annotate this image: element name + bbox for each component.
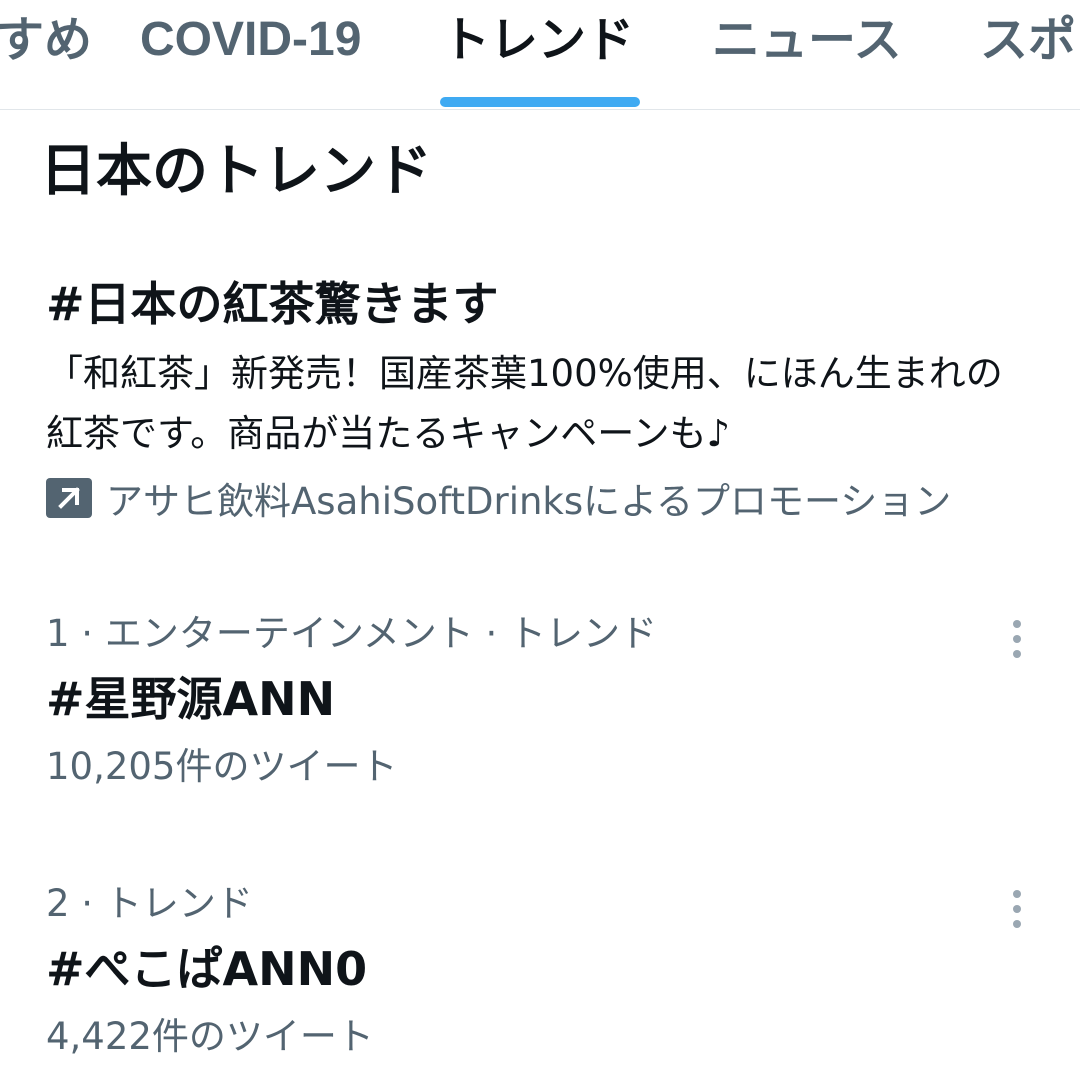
explore-tab-bar: すめ COVID-19 トレンド ニュース スポ	[0, 0, 1080, 110]
trend-tweet-count: 4,422件のツイート	[46, 1015, 374, 1058]
trend-name[interactable]: #星野源ANN	[46, 664, 1046, 734]
promoted-by-row[interactable]: アサヒ飲料AsahiSoftDrinksによるプロモーション	[46, 468, 1080, 528]
tab-covid-19[interactable]: COVID-19	[140, 6, 361, 74]
more-options-icon[interactable]	[998, 614, 1038, 664]
tab-trending[interactable]: トレンド	[442, 6, 634, 74]
section-title: 日本のトレンド	[40, 139, 432, 204]
promoted-description: 「和紅茶」新発売！国産茶葉100%使用、にほん生まれの紅茶です。商品が当たるキャ…	[46, 352, 1003, 455]
tab-for-you[interactable]: すめ	[0, 6, 92, 74]
promoted-by-label: アサヒ飲料AsahiSoftDrinksによるプロモーション	[106, 480, 952, 523]
promoted-arrow-icon	[46, 478, 92, 518]
tab-sports[interactable]: スポ	[980, 6, 1076, 74]
active-tab-indicator	[440, 97, 640, 107]
promoted-hashtag[interactable]: #日本の紅茶驚きます	[46, 272, 1056, 336]
trend-item[interactable]: 1 · エンターテインメント · トレンド #星野源ANN 10,205件のツイ…	[46, 604, 1046, 800]
explore-page: すめ COVID-19 トレンド ニュース スポ 日本のトレンド #日本の紅茶驚…	[0, 0, 1080, 1079]
trend-name[interactable]: #ぺこぱANN0	[46, 934, 1046, 1004]
more-options-icon[interactable]	[998, 884, 1038, 934]
promoted-trend[interactable]: #日本の紅茶驚きます 「和紅茶」新発売！国産茶葉100%使用、にほん生まれの紅茶…	[46, 272, 1056, 528]
tab-news[interactable]: ニュース	[712, 6, 902, 74]
trend-meta: 2 · トレンド	[46, 882, 253, 925]
trend-meta: 1 · エンターテインメント · トレンド	[46, 612, 657, 655]
trend-tweet-count: 10,205件のツイート	[46, 745, 398, 788]
trend-item[interactable]: 2 · トレンド #ぺこぱANN0 4,422件のツイート	[46, 874, 1046, 1070]
